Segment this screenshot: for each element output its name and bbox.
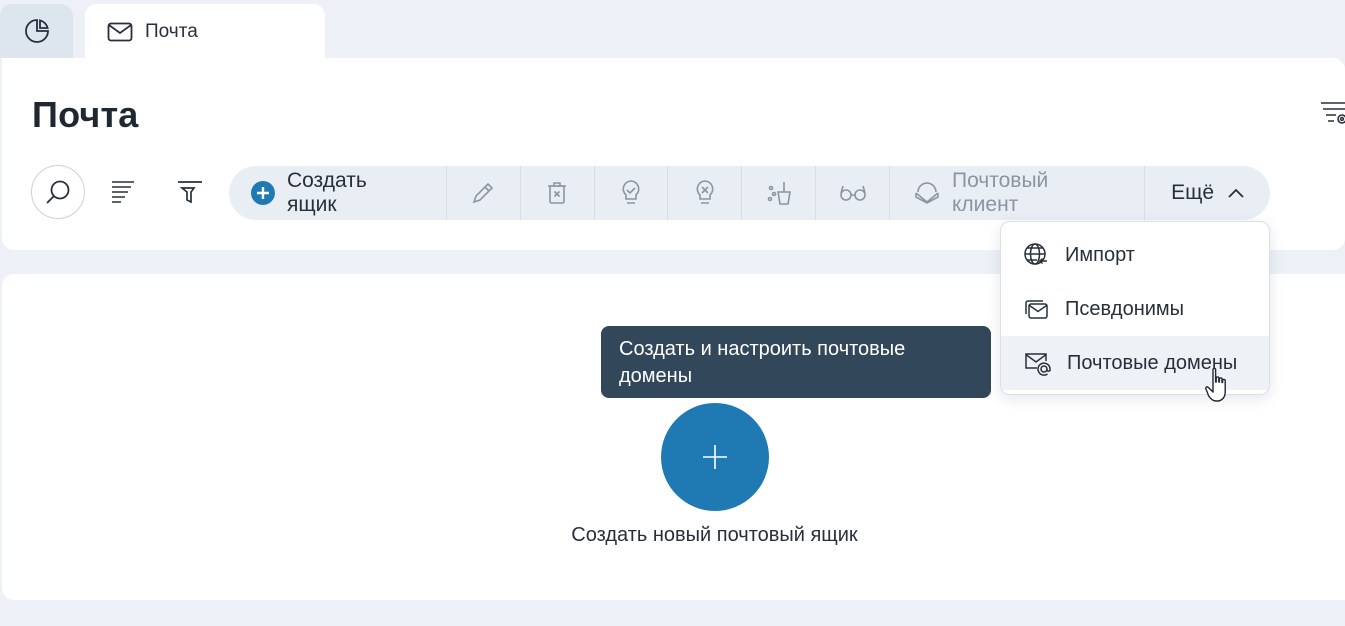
mail-client-icon bbox=[915, 182, 939, 204]
disable-button[interactable] bbox=[668, 166, 743, 220]
bulb-check-icon bbox=[622, 180, 640, 204]
more-label: Ещё bbox=[1171, 181, 1215, 204]
view-button[interactable] bbox=[816, 166, 891, 220]
chevron-up-icon bbox=[1228, 188, 1244, 198]
filter-button[interactable] bbox=[174, 176, 206, 208]
tab-dashboard[interactable] bbox=[0, 4, 73, 58]
tab-mail-label: Почта bbox=[145, 21, 198, 42]
pie-chart-icon bbox=[24, 19, 49, 43]
mail-client-label: Почтовый клиент bbox=[951, 169, 1049, 216]
mail-at-icon bbox=[1025, 353, 1051, 376]
filter-icon bbox=[178, 181, 202, 204]
stacked-mail-icon bbox=[1025, 300, 1048, 319]
globe-import-icon bbox=[1024, 243, 1047, 265]
create-mailbox-button[interactable]: Создать ящик bbox=[229, 166, 447, 220]
edit-button[interactable] bbox=[447, 166, 521, 220]
search-button[interactable] bbox=[31, 165, 85, 219]
clear-button[interactable] bbox=[742, 166, 817, 220]
tooltip: Создать и настроить почтовые домены bbox=[601, 326, 991, 398]
more-button[interactable]: Ещё bbox=[1145, 166, 1270, 220]
create-mailbox-label: Создать ящик bbox=[286, 169, 367, 216]
trash-icon bbox=[548, 182, 567, 204]
bulb-x-icon bbox=[696, 180, 714, 204]
hand-cursor-icon bbox=[1205, 367, 1226, 402]
sort-lines-icon bbox=[112, 181, 134, 203]
sort-button[interactable] bbox=[107, 176, 139, 208]
menu-item-import[interactable]: Импорт bbox=[1001, 228, 1269, 282]
empty-state-label: Создать новый почтовый ящик bbox=[571, 524, 858, 546]
search-icon bbox=[46, 180, 70, 204]
envelope-icon bbox=[107, 22, 133, 42]
menu-item-aliases-label: Псевдонимы bbox=[1065, 297, 1185, 320]
plus-icon bbox=[703, 445, 727, 469]
glasses-icon bbox=[839, 185, 866, 201]
column-settings-icon[interactable] bbox=[1319, 100, 1345, 128]
pencil-icon bbox=[473, 182, 494, 204]
menu-item-aliases[interactable]: Псевдонимы bbox=[1001, 282, 1269, 336]
tab-mail[interactable]: Почта bbox=[85, 4, 325, 60]
create-mailbox-fab[interactable] bbox=[661, 403, 769, 511]
page-title: Почта bbox=[32, 94, 139, 135]
plus-circle-icon bbox=[251, 181, 275, 205]
broom-icon bbox=[767, 182, 791, 205]
menu-item-import-label: Импорт bbox=[1065, 243, 1135, 266]
delete-button[interactable] bbox=[521, 166, 595, 220]
mail-client-button[interactable]: Почтовый клиент bbox=[890, 166, 1146, 220]
action-toolbar: Создать ящик Почтовый клиент Ещё bbox=[229, 166, 1270, 220]
tab-bar: Почта bbox=[0, 0, 1345, 60]
enable-button[interactable] bbox=[595, 166, 669, 220]
